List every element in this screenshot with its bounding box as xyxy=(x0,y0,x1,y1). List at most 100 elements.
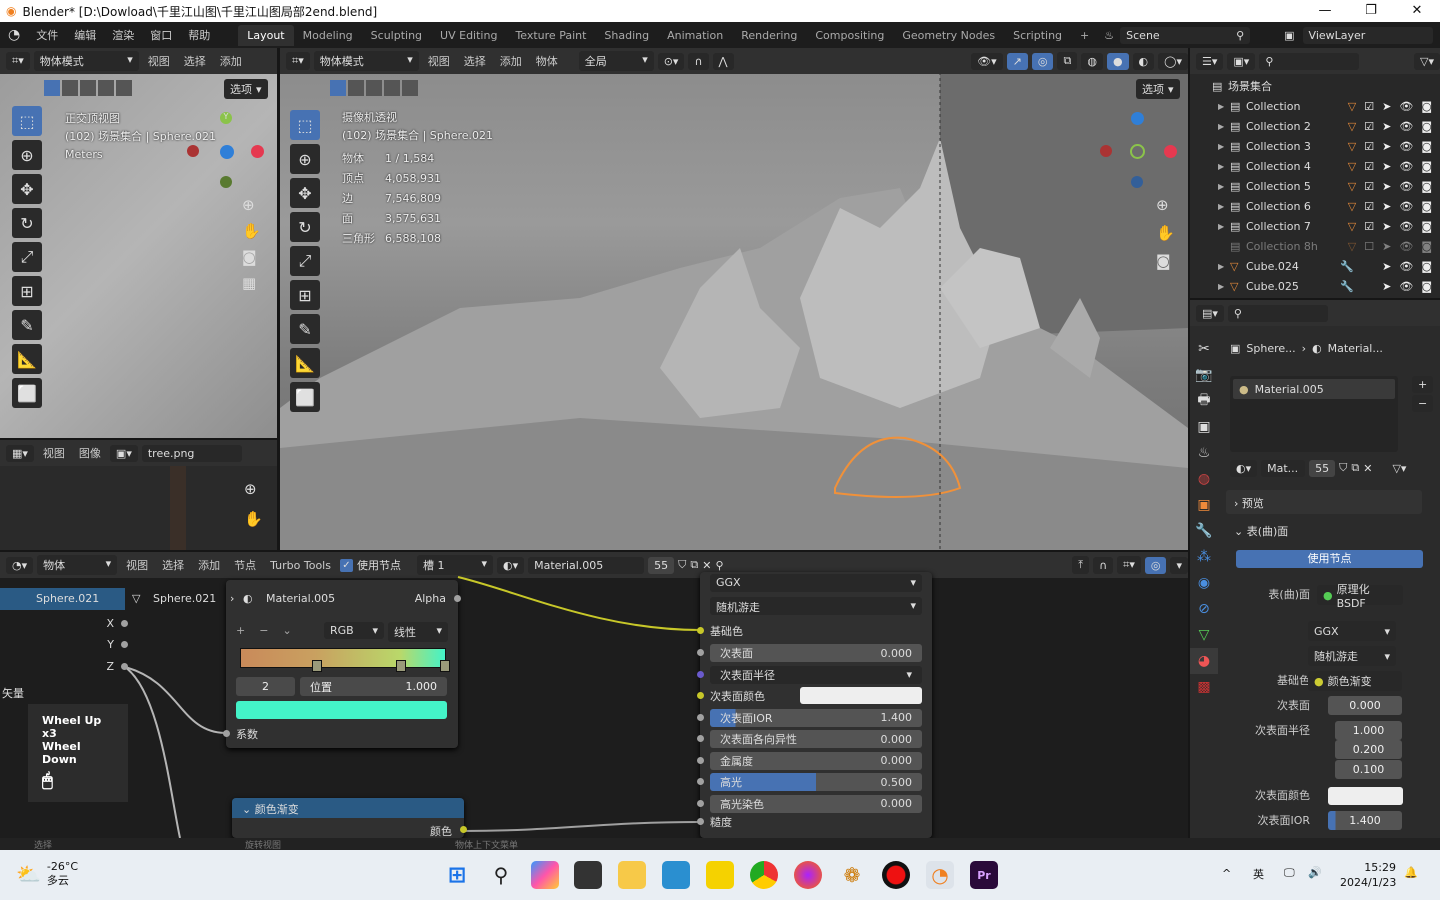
search-icon[interactable]: ⚲ xyxy=(487,861,515,889)
input-socket[interactable] xyxy=(697,713,704,721)
premiere-icon[interactable]: Pr xyxy=(970,861,998,889)
shading-wireframe-icon[interactable]: ◍ xyxy=(1081,52,1103,70)
selectable-arrow-icon[interactable]: ➤ xyxy=(1382,160,1391,173)
minimize-button[interactable]: — xyxy=(1302,0,1348,22)
chrome-icon[interactable] xyxy=(750,861,778,889)
world-tab-icon[interactable]: ◍ xyxy=(1190,466,1218,492)
menu-select[interactable]: 选择 xyxy=(459,53,491,69)
eye-icon[interactable]: 👁 xyxy=(1399,280,1413,293)
exclude-checkbox[interactable]: ☑ xyxy=(1364,220,1374,233)
render-camera-icon[interactable]: ◙ xyxy=(1421,180,1432,193)
top-ortho-viewport[interactable]: ⌗▾ 物体模式 ▾ 视图 选择 添加 选项 ▾ 正交顶视图 (102) 场景集合 |… xyxy=(0,48,277,438)
selectable-arrow-icon[interactable]: ➤ xyxy=(1382,140,1391,153)
selectable-arrow-icon[interactable]: ➤ xyxy=(1382,100,1391,113)
menu-view[interactable]: 视图 xyxy=(143,53,175,69)
select-box-tool-icon[interactable]: ⬚ xyxy=(12,106,42,136)
outliner-item[interactable]: ▶ ▽ Cube.024 🔧 ➤ 👁 ◙ xyxy=(1190,256,1440,276)
breadcrumb-object[interactable]: Sphere.021 xyxy=(0,588,125,610)
grid-icon[interactable]: ▦ xyxy=(242,274,261,292)
rotate-tool-icon[interactable]: ↻ xyxy=(290,212,320,242)
recorder-icon[interactable] xyxy=(882,861,910,889)
color-mode-dropdown[interactable]: RGB ▾ xyxy=(324,622,384,639)
modifier-tab-icon[interactable]: 🔧 xyxy=(1190,518,1218,544)
exclude-checkbox[interactable]: ☐ xyxy=(1364,240,1374,253)
eye-icon[interactable]: 👁 xyxy=(1399,140,1413,153)
weather-widget[interactable]: ⛅ -26°C 多云 xyxy=(16,860,78,888)
input-socket[interactable] xyxy=(697,756,704,764)
stop-color-swatch[interactable] xyxy=(236,701,447,719)
tab-texture-paint[interactable]: Texture Paint xyxy=(506,25,595,46)
exclude-checkbox[interactable]: ☑ xyxy=(1364,160,1374,173)
selectable-arrow-icon[interactable]: ➤ xyxy=(1382,120,1391,133)
move-tool-icon[interactable]: ✥ xyxy=(290,178,320,208)
expand-icon[interactable]: ▶ xyxy=(1218,202,1230,211)
potplayer-icon[interactable] xyxy=(706,861,734,889)
file-explorer-icon[interactable] xyxy=(618,861,646,889)
preview-panel-header[interactable]: › 预览 xyxy=(1226,490,1422,514)
remove-stop-button[interactable]: − xyxy=(259,624,268,637)
tab-uv-editing[interactable]: UV Editing xyxy=(431,25,506,46)
menu-file[interactable]: 文件 xyxy=(28,27,66,43)
axis-x-icon[interactable] xyxy=(251,145,264,158)
outliner-item[interactable]: ▶ ▤ Collection 5 ▽ ☑ ➤ 👁 ◙ xyxy=(1190,176,1440,196)
options-button[interactable]: 选项 ▾ xyxy=(224,79,268,99)
selectable-arrow-icon[interactable]: ➤ xyxy=(1382,260,1391,273)
measure-tool-icon[interactable]: 📐 xyxy=(290,348,320,378)
mode-selector[interactable]: 物体模式 ▾ xyxy=(33,51,139,71)
material-slot[interactable]: ● Material.005 xyxy=(1233,379,1395,399)
proportional-edit-icon[interactable]: ⋀ xyxy=(712,52,734,70)
subsurface-ior-field[interactable]: 1.400 xyxy=(1328,811,1402,830)
roughness-socket[interactable] xyxy=(697,818,704,825)
render-camera-icon[interactable]: ◙ xyxy=(1421,120,1432,133)
scene-selector[interactable]: Scene ⚲ xyxy=(1120,26,1251,44)
pan-hand-icon[interactable]: ✋ xyxy=(242,222,261,240)
principled-bsdf-node[interactable]: GGX ▾ 随机游走 ▾ 基础色 次表面 0.000 次表面半径 ▾ 次表面颜色 次表面IOR… xyxy=(697,572,932,838)
menu-view[interactable]: 视图 xyxy=(423,53,455,69)
eye-icon[interactable]: 👁 xyxy=(1399,200,1413,213)
output-tab-icon[interactable]: 🖶 xyxy=(1190,388,1218,414)
zoom-icon[interactable]: ⊕ xyxy=(244,480,257,498)
subsurface-method-dropdown[interactable]: 随机游走 ▾ xyxy=(1308,646,1396,666)
pin-icon[interactable]: ⚲ xyxy=(1236,29,1244,42)
tab-shading[interactable]: Shading xyxy=(595,25,658,46)
volume-icon[interactable]: 🔊 xyxy=(1308,866,1322,879)
menu-help[interactable]: 帮助 xyxy=(180,27,218,43)
ramp-stop-handle[interactable] xyxy=(440,660,450,672)
data-tab-icon[interactable]: ▽ xyxy=(1190,622,1218,648)
expand-icon[interactable]: ▶ xyxy=(1218,142,1230,151)
axis-x-icon[interactable] xyxy=(1164,145,1177,158)
add-slot-button[interactable]: + xyxy=(1412,376,1434,393)
editor-type-button[interactable]: ▤▾ xyxy=(1196,304,1224,322)
outliner-item[interactable]: ▤ Collection 8h ▽ ☐ ➤ 👁 ◙ xyxy=(1190,236,1440,256)
ramp-menu-button[interactable]: ⌄ xyxy=(282,624,291,637)
camera-icon[interactable]: ◙ xyxy=(242,248,261,266)
outliner-item[interactable]: ▶ ▤ Collection 3 ▽ ☑ ➤ 👁 ◙ xyxy=(1190,136,1440,156)
windows-start-icon[interactable]: ⊞ xyxy=(443,861,471,889)
annotate-tool-icon[interactable]: ✎ xyxy=(12,310,42,340)
input-socket[interactable] xyxy=(697,778,704,785)
radius-x-field[interactable]: 1.000 xyxy=(1335,721,1402,740)
tab-rendering[interactable]: Rendering xyxy=(732,25,806,46)
shading-material-icon[interactable]: ◐ xyxy=(1132,52,1155,70)
move-tool-icon[interactable]: ✥ xyxy=(12,174,42,204)
color-ramp-node-2[interactable]: ⌄ 颜色渐变 颜色 xyxy=(232,798,467,838)
axis-neg-z-icon[interactable] xyxy=(1131,176,1143,188)
outliner-root[interactable]: ▤ 场景集合 xyxy=(1190,76,1440,96)
selectable-arrow-icon[interactable]: ➤ xyxy=(1382,280,1391,293)
overlay-toggle-icon[interactable]: ◎ xyxy=(1031,52,1054,70)
outliner-item[interactable]: ▶ ▤ Collection ▽ ☑ ➤ 👁 ◙ xyxy=(1190,96,1440,116)
alpha-socket[interactable] xyxy=(454,595,461,602)
axis-neg-y-icon[interactable] xyxy=(220,176,232,188)
user-count[interactable]: 55 xyxy=(1309,459,1336,477)
tab-animation[interactable]: Animation xyxy=(658,25,732,46)
axis-neg-x-icon[interactable] xyxy=(1100,145,1112,157)
ime-indicator[interactable]: 英 xyxy=(1253,866,1264,882)
pivot-icon[interactable]: ⊙▾ xyxy=(657,52,685,70)
use-nodes-button[interactable]: 使用节点 xyxy=(1236,550,1423,568)
tab-compositing[interactable]: Compositing xyxy=(806,25,893,46)
image-editor[interactable]: ▦▾ 视图 图像 ▣▾ tree.png ⊕ ✋ xyxy=(0,440,277,550)
input-socket[interactable] xyxy=(697,692,704,699)
selectable-arrow-icon[interactable]: ➤ xyxy=(1382,180,1391,193)
radius-z-field[interactable]: 0.100 xyxy=(1335,760,1402,779)
menu-window[interactable]: 窗口 xyxy=(142,27,180,43)
